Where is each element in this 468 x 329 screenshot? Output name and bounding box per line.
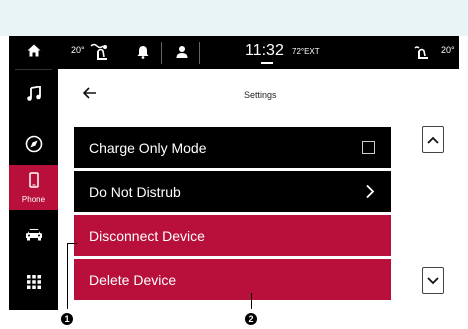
infotainment-screen: 20° 11:32 72°EXT 20° Phone Settings Char… [9, 36, 459, 310]
sidebar-item-home[interactable] [9, 36, 58, 69]
status-divider [199, 42, 200, 64]
settings-panel: Settings Charge Only Mode Do Not Distrub… [58, 69, 459, 310]
apps-grid-icon [26, 274, 41, 294]
music-icon [26, 85, 41, 106]
seat-heat-icon[interactable] [89, 42, 111, 67]
sidebar-item-phone[interactable]: Phone [9, 165, 58, 210]
scroll-up-button[interactable] [422, 126, 444, 153]
status-divider [161, 42, 162, 64]
exterior-temperature: 72°EXT [292, 47, 320, 56]
setting-row-do-not-disturb[interactable]: Do Not Distrub [74, 171, 391, 212]
passenger-seat-heat-icon[interactable] [413, 44, 431, 65]
callout-marker-1: 1 [61, 313, 73, 325]
back-arrow-icon[interactable] [80, 83, 100, 103]
setting-label: Charge Only Mode [89, 139, 207, 156]
clock-underline [261, 62, 273, 64]
setting-label: Disconnect Device [89, 227, 205, 244]
car-icon [25, 228, 43, 246]
status-bar: 20° 11:32 72°EXT 20° [9, 36, 459, 69]
chevron-up-icon [427, 131, 439, 149]
chevron-down-icon [427, 272, 439, 290]
passenger-temp-label: 20° [441, 45, 455, 55]
notification-bell-icon[interactable] [137, 45, 149, 64]
callout-leader-2 [251, 293, 252, 309]
sidebar-item-music[interactable] [9, 78, 58, 114]
sidebar-item-apps[interactable] [9, 266, 58, 302]
passenger-temperature[interactable]: 20° [441, 45, 455, 55]
navigation-icon [25, 135, 43, 158]
sidebar: Phone [9, 36, 58, 310]
callout-marker-2: 2 [245, 313, 257, 325]
sidebar-item-vehicle[interactable] [9, 221, 58, 253]
setting-label: Do Not Distrub [89, 183, 181, 200]
callout-leader-1-tick [67, 243, 77, 244]
setting-row-delete-device[interactable]: Delete Device [74, 259, 391, 300]
page-title: Settings [244, 90, 277, 100]
driver-temp-label: 20° [71, 45, 85, 55]
setting-row-charge-only-mode[interactable]: Charge Only Mode [74, 127, 391, 168]
setting-row-disconnect-device[interactable]: Disconnect Device [74, 215, 391, 256]
chevron-right-icon [365, 184, 375, 202]
driver-temperature[interactable]: 20° [71, 45, 85, 55]
setting-label: Delete Device [89, 271, 177, 288]
clock: 11:32 [245, 42, 284, 59]
charge-only-checkbox[interactable] [362, 141, 375, 154]
callout-leader-1 [67, 243, 68, 309]
user-profile-icon[interactable] [176, 45, 188, 64]
home-icon [27, 44, 41, 62]
sidebar-item-label: Phone [21, 194, 46, 204]
phone-icon [28, 171, 39, 193]
top-background [0, 0, 468, 36]
sidebar-divider [15, 69, 52, 70]
sidebar-item-navigation[interactable] [9, 128, 58, 164]
scroll-down-button[interactable] [422, 267, 444, 294]
